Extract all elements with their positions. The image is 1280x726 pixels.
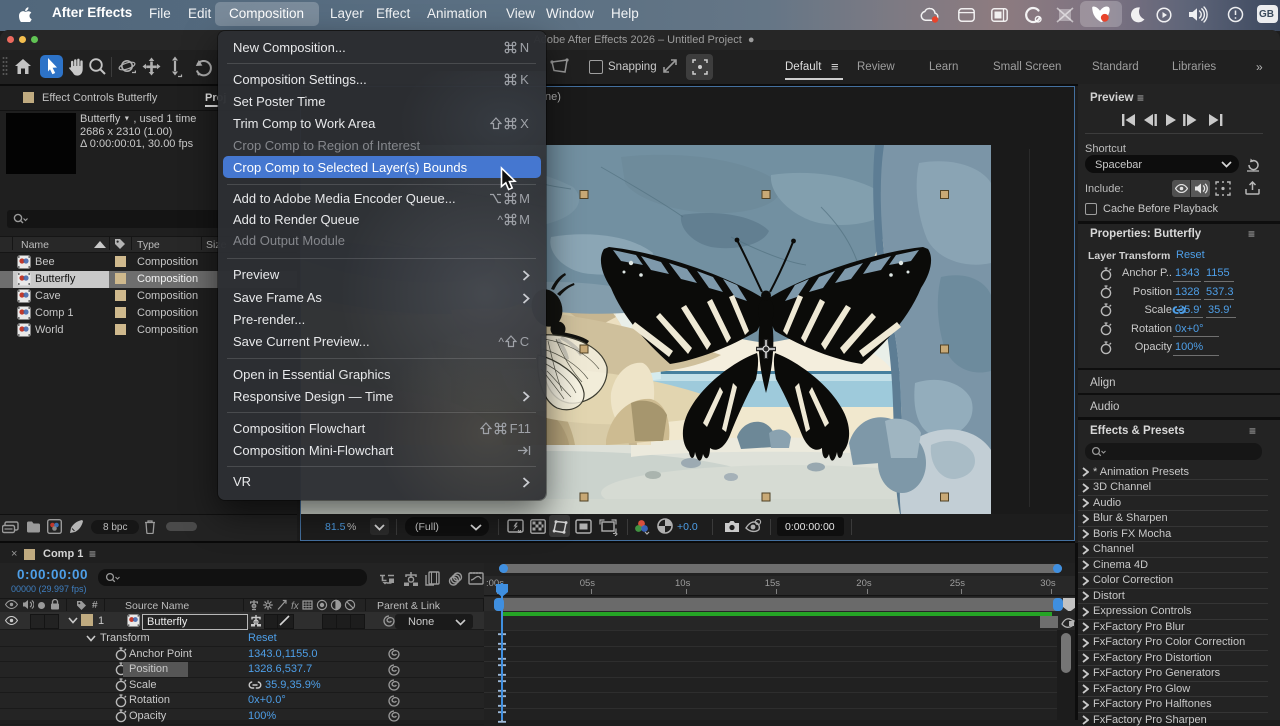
svg-text:fx: fx	[291, 601, 300, 611]
